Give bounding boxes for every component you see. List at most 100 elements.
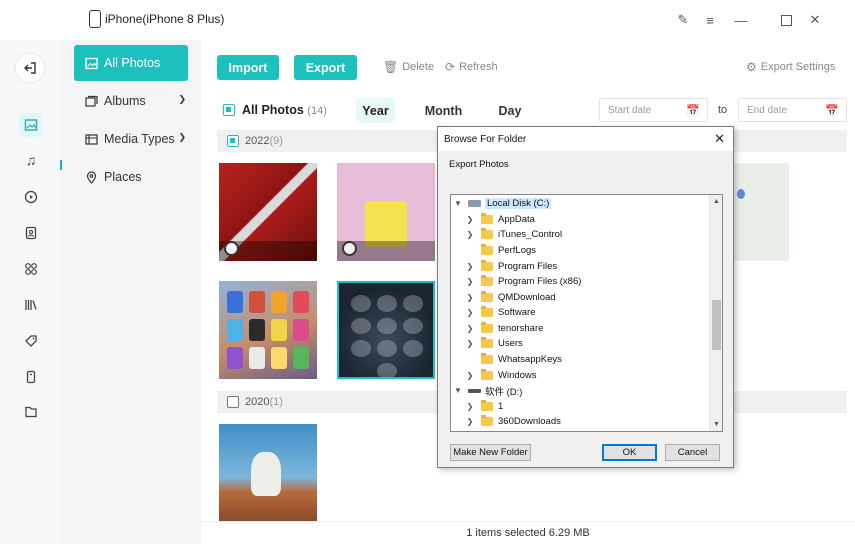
rail-device-icon[interactable] xyxy=(19,365,43,389)
folder-icon xyxy=(481,291,493,302)
refresh-label: Refresh xyxy=(459,61,498,73)
collapse-arrow-icon[interactable]: ❯ xyxy=(465,215,475,224)
end-date-input[interactable]: End date 📅 xyxy=(738,98,847,122)
tree-item[interactable]: ❯ Program Files xyxy=(465,259,557,274)
expand-arrow-icon[interactable]: ▼ xyxy=(453,199,463,208)
collapse-arrow-icon[interactable]: ❯ xyxy=(465,324,475,333)
rail-apps-icon[interactable] xyxy=(19,257,43,281)
tree-item[interactable]: ▼ 软件 (D:) xyxy=(453,383,522,398)
map-pin-icon xyxy=(737,189,745,199)
calendar-icon[interactable]: 📅 xyxy=(825,104,839,117)
rail-contacts-icon[interactable] xyxy=(19,221,43,245)
tree-item[interactable]: ❯ iTunes_Control xyxy=(465,227,562,242)
chevron-down-icon[interactable]: ❯ xyxy=(178,94,186,105)
photo-thumbnail[interactable] xyxy=(219,163,317,261)
date-to-label: to xyxy=(718,104,728,116)
year-label: 2022 xyxy=(245,135,270,147)
photos-nav: All Photos Albums ❯ Media Types ❯ Places xyxy=(62,40,201,544)
folder-icon xyxy=(481,337,493,348)
dialog-title-text: Browse For Folder xyxy=(444,133,527,145)
tree-item-label: Software xyxy=(498,307,536,318)
chevron-down-icon[interactable]: ❯ xyxy=(178,132,186,143)
make-new-folder-button[interactable]: Make New Folder xyxy=(450,444,531,461)
rail-tags-icon[interactable] xyxy=(19,329,43,353)
import-button[interactable]: Import xyxy=(217,55,279,80)
tree-item[interactable]: ❯ AppData xyxy=(465,212,535,227)
map-thumbnail[interactable] xyxy=(733,163,789,261)
photo-thumbnail[interactable] xyxy=(219,424,317,521)
tree-item[interactable]: PerfLogs xyxy=(465,243,536,258)
tree-item[interactable]: ❯ Software xyxy=(465,305,536,320)
image-icon xyxy=(85,57,98,70)
tree-item-label: iTunes_Control xyxy=(498,229,563,240)
tree-item[interactable]: ❯ Program Files (x86) xyxy=(465,274,581,289)
tree-item[interactable]: ❯ Users xyxy=(465,336,523,351)
back-button[interactable] xyxy=(16,54,44,82)
export-button[interactable]: Export xyxy=(294,55,357,80)
nav-item-all-photos[interactable]: All Photos xyxy=(74,45,188,81)
year-checkbox[interactable] xyxy=(227,135,239,147)
all-photos-count: (14) xyxy=(307,105,327,117)
ok-button[interactable]: OK xyxy=(602,444,657,461)
calendar-icon[interactable]: 📅 xyxy=(686,104,700,117)
scroll-up-icon[interactable]: ▲ xyxy=(710,195,722,208)
rail-video-icon[interactable] xyxy=(19,185,43,209)
tree-item[interactable]: WhatsappKeys xyxy=(465,352,562,367)
gear-icon: ⚙ xyxy=(746,60,757,74)
refresh-button[interactable]: ⟳ Refresh xyxy=(445,60,498,74)
tree-item[interactable]: ❯ QMDownload xyxy=(465,290,556,305)
folder-icon xyxy=(481,275,493,286)
collapse-arrow-icon[interactable]: ❯ xyxy=(465,417,475,426)
folder-icon xyxy=(481,244,493,255)
rail-files-icon[interactable] xyxy=(19,400,43,424)
select-all-checkbox[interactable] xyxy=(223,104,235,116)
photo-thumbnail-selected[interactable] xyxy=(337,281,435,379)
tab-year[interactable]: Year xyxy=(356,98,395,123)
nav-item-albums[interactable]: Albums ❯ xyxy=(74,83,188,119)
collapse-arrow-icon[interactable]: ❯ xyxy=(465,230,475,239)
rail-music-icon[interactable]: ♫ xyxy=(19,148,43,172)
photo-thumbnail[interactable] xyxy=(219,281,317,379)
collapse-arrow-icon[interactable]: ❯ xyxy=(465,262,475,271)
collapse-arrow-icon[interactable]: ❯ xyxy=(465,308,475,317)
rail-books-icon[interactable] xyxy=(19,293,43,317)
tab-month[interactable]: Month xyxy=(421,98,466,123)
cancel-button[interactable]: Cancel xyxy=(665,444,720,461)
collapse-arrow-icon[interactable]: ❯ xyxy=(465,402,475,411)
folder-tree[interactable]: ▼ Local Disk (C:) ❯ AppData ❯ iTunes_Con… xyxy=(450,194,723,432)
minimize-icon[interactable]: — xyxy=(733,12,749,28)
export-settings-button[interactable]: ⚙ Export Settings xyxy=(746,60,835,74)
maximize-icon[interactable] xyxy=(778,12,794,28)
collapse-arrow-icon[interactable]: ❯ xyxy=(465,339,475,348)
folder-icon xyxy=(481,415,493,426)
nav-item-places[interactable]: Places xyxy=(74,159,188,195)
tree-item[interactable]: ❯ 1 xyxy=(465,399,503,414)
collapse-arrow-icon[interactable]: ❯ xyxy=(465,277,475,286)
scroll-down-icon[interactable]: ▼ xyxy=(710,418,722,431)
close-icon[interactable]: ✕ xyxy=(807,12,823,28)
tree-item[interactable]: ❯ tenorshare xyxy=(465,321,543,336)
tab-day[interactable]: Day xyxy=(494,98,526,123)
collapse-arrow-icon[interactable]: ❯ xyxy=(465,293,475,302)
expand-arrow-icon[interactable]: ▼ xyxy=(453,386,463,395)
year-checkbox[interactable] xyxy=(227,396,239,408)
rail-photos-icon[interactable] xyxy=(19,113,43,137)
nav-item-media-types[interactable]: Media Types ❯ xyxy=(74,121,188,157)
edit-icon[interactable]: ✎ xyxy=(675,12,691,28)
tree-scrollbar[interactable]: ▲ ▼ xyxy=(709,195,722,431)
photo-thumbnail[interactable] xyxy=(337,163,435,261)
tree-item-label: PerfLogs xyxy=(498,245,537,256)
app-grid xyxy=(227,291,309,369)
year-count: (9) xyxy=(269,135,283,147)
tree-item[interactable]: ❯ 360Downloads xyxy=(465,414,561,429)
status-text: 1 items selected 6.29 MB xyxy=(466,527,590,539)
tree-item[interactable]: ▼ Local Disk (C:) xyxy=(453,196,552,211)
tree-item[interactable]: ❯ Windows xyxy=(465,368,537,383)
dialog-close-icon[interactable]: ✕ xyxy=(714,131,725,147)
menu-icon[interactable]: ≡ xyxy=(702,12,718,28)
scrollbar-thumb[interactable] xyxy=(712,300,721,350)
start-date-input[interactable]: Start date 📅 xyxy=(599,98,708,122)
collapse-arrow-icon[interactable]: ❯ xyxy=(465,371,475,380)
delete-button[interactable]: 🗑 Delete xyxy=(383,60,434,74)
tree-item-label: tenorshare xyxy=(498,323,544,334)
